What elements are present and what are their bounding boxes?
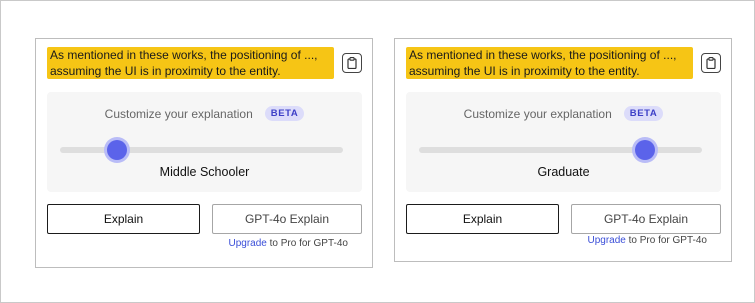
explain-button[interactable]: Explain [406,204,559,234]
selected-text-highlight: As mentioned in these works, the positio… [47,47,334,79]
level-slider[interactable] [419,140,702,160]
copy-button[interactable] [342,53,362,73]
beta-badge: BETA [623,106,664,121]
upgrade-link[interactable]: Upgrade [587,235,625,246]
slider-thumb[interactable] [106,140,127,160]
copy-button[interactable] [701,53,721,73]
explain-panel-graduate: As mentioned in these works, the positio… [394,38,732,262]
clipboard-icon [347,57,357,69]
customize-label: Customize your explanation [463,106,612,121]
customize-card: Customize your explanation BETA Middle S… [47,92,362,192]
screenshot-frame: As mentioned in these works, the positio… [0,0,755,303]
customize-card: Customize your explanation BETA Graduate [406,92,721,192]
clipboard-icon [706,57,716,69]
upgrade-note-text: to Pro for GPT-4o [269,238,348,249]
selected-text-highlight: As mentioned in these works, the positio… [406,47,693,79]
customize-header: Customize your explanation BETA [47,106,362,121]
level-slider[interactable] [60,140,343,160]
customize-header: Customize your explanation BETA [406,106,721,121]
slider-thumb[interactable] [635,140,656,160]
level-label: Middle Schooler [159,165,250,179]
upgrade-note-text: to Pro for GPT-4o [628,235,707,246]
gpt-4o-explain-button[interactable]: GPT-4o Explain [571,204,721,234]
level-label: Graduate [537,165,590,179]
upgrade-link[interactable]: Upgrade [228,238,266,249]
upgrade-note: Upgrade to Pro for GPT-4o [587,235,707,246]
gpt-4o-explain-button[interactable]: GPT-4o Explain [212,204,362,234]
explain-button[interactable]: Explain [47,204,200,234]
beta-badge: BETA [264,106,305,121]
explain-panel-middle-schooler: As mentioned in these works, the positio… [35,38,373,268]
customize-label: Customize your explanation [104,106,253,121]
upgrade-note: Upgrade to Pro for GPT-4o [228,238,348,249]
